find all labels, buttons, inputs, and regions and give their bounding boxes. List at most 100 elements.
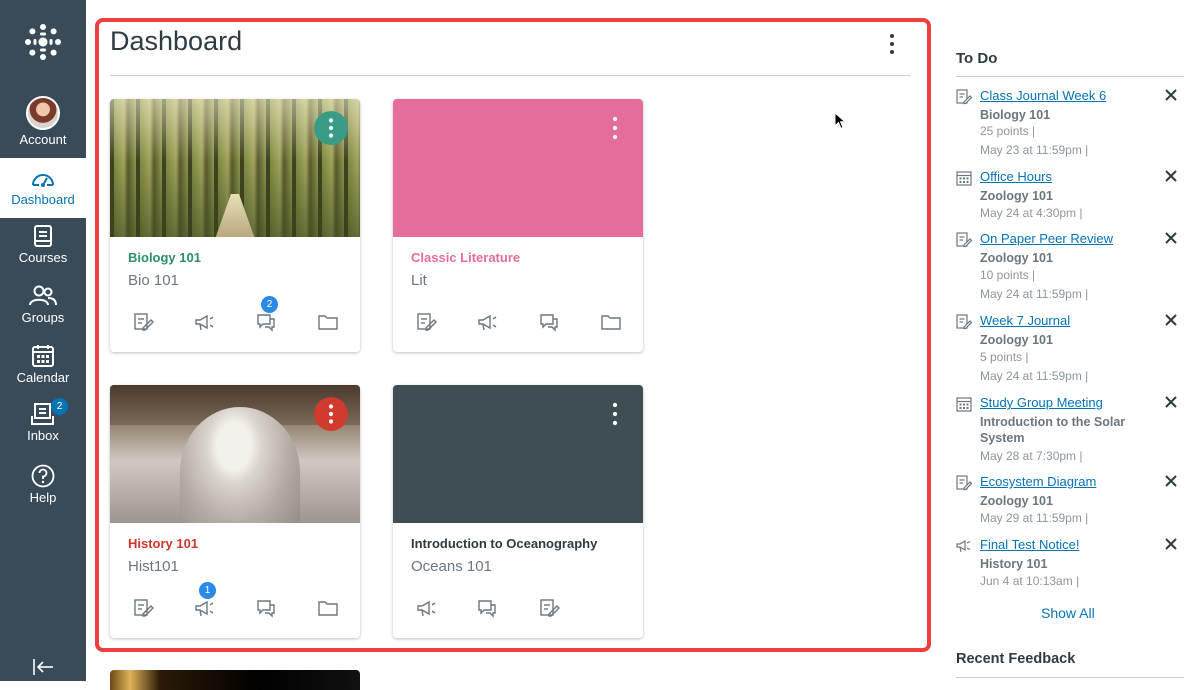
card-hero-color	[393, 99, 643, 237]
course-card-partial[interactable]	[110, 670, 360, 690]
nav-courses-label: Courses	[18, 250, 68, 265]
card-options-kebab-icon[interactable]	[314, 397, 348, 431]
nav-calendar-label: Calendar	[16, 370, 70, 385]
course-card-classic-literature[interactable]: Classic Literature Lit	[393, 99, 643, 352]
todo-link[interactable]: Class Journal Week 6	[980, 88, 1106, 103]
groups-icon	[29, 285, 57, 306]
todo-heading: To Do	[956, 50, 998, 67]
todo-date: May 29 at 11:59pm |	[980, 511, 1089, 525]
todo-link[interactable]: Week 7 Journal	[980, 313, 1070, 328]
announcements-icon[interactable]	[193, 311, 215, 333]
course-card-history[interactable]: History 101 Hist101 1	[110, 385, 360, 638]
nav-account-label: Account	[19, 132, 67, 147]
todo-course: Introduction to the Solar System	[980, 415, 1126, 445]
discussions-icon[interactable]	[255, 597, 277, 619]
card-title[interactable]: Biology 101	[128, 250, 201, 265]
todo-date: Jun 4 at 10:13am |	[980, 574, 1080, 588]
todo-item: Study Group Meeting Introduction to the …	[956, 395, 1184, 467]
todo-item: Ecosystem Diagram Zoology 101 May 29 at …	[956, 474, 1184, 528]
todo-course: Zoology 101	[980, 333, 1053, 347]
canvas-logo[interactable]	[0, 22, 86, 72]
announcements-icon	[195, 600, 214, 617]
announcements-action[interactable]: 1	[193, 582, 216, 619]
card-course-code: Bio 101	[128, 272, 179, 289]
todo-course: Zoology 101	[980, 251, 1053, 265]
assignments-icon[interactable]	[415, 311, 437, 333]
show-all-link[interactable]: Show All	[1041, 605, 1095, 621]
dismiss-close-icon[interactable]	[1164, 88, 1178, 102]
files-icon[interactable]	[600, 311, 622, 333]
files-icon[interactable]	[317, 311, 339, 333]
collapse-nav-button[interactable]	[0, 658, 86, 680]
card-hero-color	[393, 385, 643, 523]
card-options-kebab-icon[interactable]	[607, 115, 623, 141]
todo-item: On Paper Peer Review Zoology 101 10 poin…	[956, 231, 1184, 303]
nav-groups-label: Groups	[21, 310, 65, 325]
assignments-icon[interactable]	[132, 311, 154, 333]
assignments-icon[interactable]	[132, 597, 154, 619]
dismiss-close-icon[interactable]	[1164, 313, 1178, 327]
todo-item: Week 7 Journal Zoology 101 5 points | Ma…	[956, 313, 1184, 385]
todo-date: May 23 at 11:59pm |	[980, 143, 1089, 157]
card-title[interactable]: Classic Literature	[411, 250, 520, 265]
assignment-icon	[956, 89, 972, 105]
dismiss-close-icon[interactable]	[1164, 395, 1178, 409]
discussions-icon[interactable]	[538, 311, 560, 333]
discussions-action[interactable]: 2	[255, 296, 278, 333]
todo-link[interactable]: Study Group Meeting	[980, 395, 1103, 410]
assignment-icon	[956, 232, 972, 248]
assignments-icon[interactable]	[538, 597, 560, 619]
nav-groups[interactable]: Groups	[0, 284, 86, 338]
dismiss-close-icon[interactable]	[1164, 231, 1178, 245]
todo-item: Class Journal Week 6 Biology 101 25 poin…	[956, 88, 1184, 160]
todo-points: 25 points |	[980, 124, 1036, 138]
nav-dashboard[interactable]: Dashboard	[0, 158, 86, 218]
recent-feedback-heading: Recent Feedback	[956, 651, 1076, 667]
todo-date: May 28 at 7:30pm |	[980, 449, 1083, 463]
card-options-kebab-icon[interactable]	[314, 111, 348, 145]
card-title[interactable]: History 101	[128, 536, 198, 551]
todo-divider	[956, 76, 1184, 77]
nav-help[interactable]: Help	[0, 464, 86, 518]
todo-date: May 24 at 11:59pm |	[980, 369, 1089, 383]
announcements-icon[interactable]	[476, 311, 498, 333]
announcements-icon[interactable]	[415, 597, 437, 619]
todo-course: Zoology 101	[980, 494, 1053, 508]
dismiss-close-icon[interactable]	[1164, 537, 1178, 551]
todo-date: May 24 at 11:59pm |	[980, 287, 1089, 301]
nav-account[interactable]: Account	[0, 88, 86, 156]
course-card-oceanography[interactable]: Introduction to Oceanography Oceans 101	[393, 385, 643, 638]
calendar-event-icon	[956, 171, 972, 186]
todo-item: Final Test Notice! History 101 Jun 4 at …	[956, 537, 1184, 591]
todo-link[interactable]: On Paper Peer Review	[980, 231, 1113, 246]
todo-course: History 101	[980, 557, 1048, 571]
courses-icon	[34, 225, 52, 247]
nav-help-label: Help	[29, 490, 57, 505]
todo-course: Zoology 101	[980, 189, 1053, 203]
canvas-logo-icon	[25, 24, 61, 60]
course-card-biology[interactable]: Biology 101 Bio 101 2	[110, 99, 360, 352]
forest-path	[215, 194, 255, 237]
todo-date: May 24 at 4:30pm |	[980, 206, 1083, 220]
todo-link[interactable]: Ecosystem Diagram	[980, 474, 1096, 489]
todo-points: 10 points |	[980, 268, 1036, 282]
nav-calendar[interactable]: Calendar	[0, 344, 86, 398]
dismiss-close-icon[interactable]	[1164, 474, 1178, 488]
todo-item: Office Hours Zoology 101 May 24 at 4:30p…	[956, 169, 1184, 223]
discussions-icon[interactable]	[476, 597, 498, 619]
nav-inbox[interactable]: 2 Inbox	[0, 398, 86, 456]
global-nav: Account Dashboard Courses Groups Calenda…	[0, 0, 86, 681]
files-icon[interactable]	[317, 597, 339, 619]
card-title[interactable]: Introduction to Oceanography	[411, 536, 597, 551]
dashboard-options-kebab-icon[interactable]	[882, 33, 902, 55]
card-options-kebab-icon[interactable]	[607, 401, 623, 427]
nav-courses[interactable]: Courses	[0, 224, 86, 278]
todo-points: 5 points |	[980, 350, 1029, 364]
dismiss-close-icon[interactable]	[1164, 169, 1178, 183]
page-title: Dashboard	[110, 26, 243, 56]
todo-link[interactable]: Final Test Notice!	[980, 537, 1079, 552]
todo-link[interactable]: Office Hours	[980, 169, 1052, 184]
calendar-event-icon	[956, 397, 972, 412]
card-course-code: Lit	[411, 272, 427, 289]
title-divider	[110, 75, 910, 76]
